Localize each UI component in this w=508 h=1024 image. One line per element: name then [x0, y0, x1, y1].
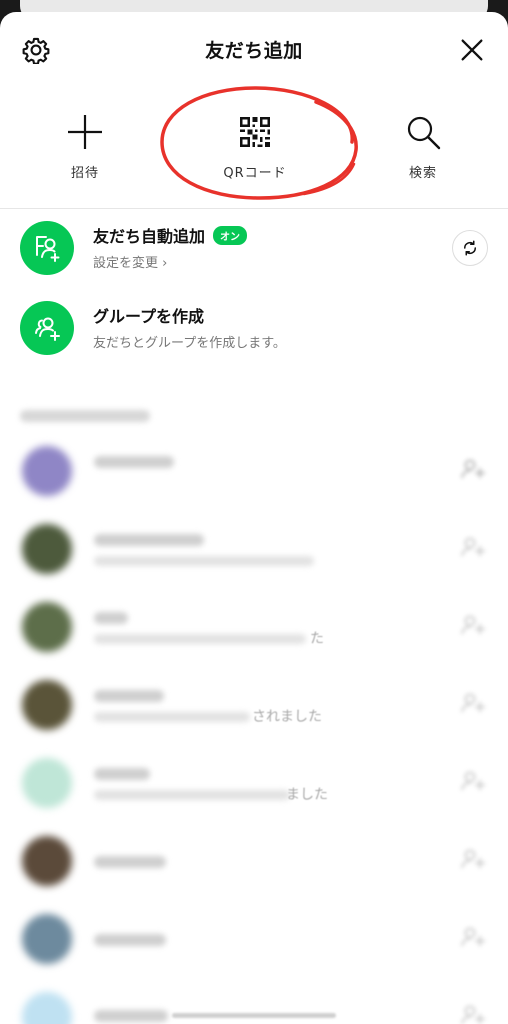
avatar — [22, 914, 72, 964]
page-title: 友だち追加 — [205, 40, 303, 62]
friend-row[interactable]: されました — [0, 668, 508, 744]
section-header-blurred — [20, 410, 150, 422]
friend-recommendations-blurred: た されました ました — [0, 400, 508, 1024]
refresh-icon — [463, 240, 477, 256]
create-group-subtitle: 友だちとグループを作成します。 — [93, 336, 286, 351]
invite-button[interactable]: 招待 — [25, 112, 145, 181]
add-friend-icon[interactable] — [460, 848, 486, 870]
auto-add-row[interactable]: 友だち自動追加 オン 設定を変更 › — [0, 209, 508, 289]
auto-add-icon — [20, 221, 74, 275]
add-friend-icon[interactable] — [460, 1004, 486, 1024]
invite-label: 招待 — [70, 166, 99, 181]
search-button[interactable]: 検索 — [363, 112, 483, 181]
friend-status-tail: されました — [252, 709, 322, 725]
plus-icon — [68, 115, 102, 149]
add-friend-icon[interactable] — [460, 770, 486, 792]
friend-name-blurred — [94, 456, 174, 468]
friend-subtitle-blurred — [94, 556, 314, 566]
add-friend-icon[interactable] — [460, 458, 486, 480]
avatar — [22, 524, 72, 574]
friend-subtitle-blurred — [94, 634, 306, 644]
friend-name-blurred — [94, 1010, 168, 1022]
status-badge: オン — [213, 225, 248, 245]
friend-name-blurred — [94, 768, 150, 780]
friend-name-blurred — [94, 612, 128, 624]
avatar — [22, 680, 72, 730]
search-icon — [407, 116, 441, 150]
avatar — [22, 602, 72, 652]
friend-status-tail: た — [310, 631, 324, 647]
refresh-button[interactable] — [452, 230, 488, 266]
friend-subtitle-blurred — [94, 790, 290, 800]
search-label: 検索 — [408, 166, 437, 181]
friend-row[interactable]: ました — [0, 746, 508, 822]
auto-add-title-line: 友だち自動追加 オン — [93, 223, 248, 247]
friend-name-blurred — [94, 934, 166, 946]
create-group-text: グループを作成 友だちとグループを作成します。 — [93, 303, 286, 351]
avatar — [22, 758, 72, 808]
close-icon[interactable] — [458, 36, 486, 64]
auto-add-title: 友だち自動追加 — [93, 227, 206, 246]
create-group-row[interactable]: グループを作成 友だちとグループを作成します。 — [0, 289, 508, 369]
change-settings-link[interactable]: 設定を変更 › — [93, 252, 247, 271]
friend-row[interactable] — [0, 512, 508, 588]
avatar — [22, 836, 72, 886]
create-group-title: グループを作成 — [93, 307, 205, 326]
header: 友だち追加 — [0, 12, 508, 88]
add-friend-sheet: 友だち追加 招待 QRコード 検索 友だち自動追加 オン 設定を変更 › グルー… — [0, 12, 508, 1024]
friend-row[interactable] — [0, 824, 508, 900]
friend-subtitle-blurred — [94, 712, 250, 722]
friend-status-tail: ました — [286, 787, 328, 803]
add-methods: 招待 QRコード 検索 — [0, 86, 508, 209]
qr-code-label: QRコード — [223, 166, 287, 181]
avatar — [22, 446, 72, 496]
group-icon — [20, 301, 74, 355]
friend-name-blurred — [94, 690, 164, 702]
add-friend-icon[interactable] — [460, 692, 486, 714]
friend-row[interactable] — [0, 434, 508, 510]
qr-code-button[interactable]: QRコード — [195, 112, 315, 181]
home-indicator — [172, 1013, 336, 1018]
add-friend-icon[interactable] — [460, 926, 486, 948]
friend-name-blurred — [94, 856, 166, 868]
add-friend-icon[interactable] — [460, 536, 486, 558]
auto-add-text: 友だち自動追加 オン 設定を変更 › — [93, 223, 248, 271]
avatar — [22, 992, 72, 1024]
friend-row[interactable] — [0, 902, 508, 978]
qr-code-icon — [240, 117, 270, 147]
friend-row[interactable]: た — [0, 590, 508, 666]
friend-name-blurred — [94, 534, 204, 546]
add-friend-icon[interactable] — [460, 614, 486, 636]
